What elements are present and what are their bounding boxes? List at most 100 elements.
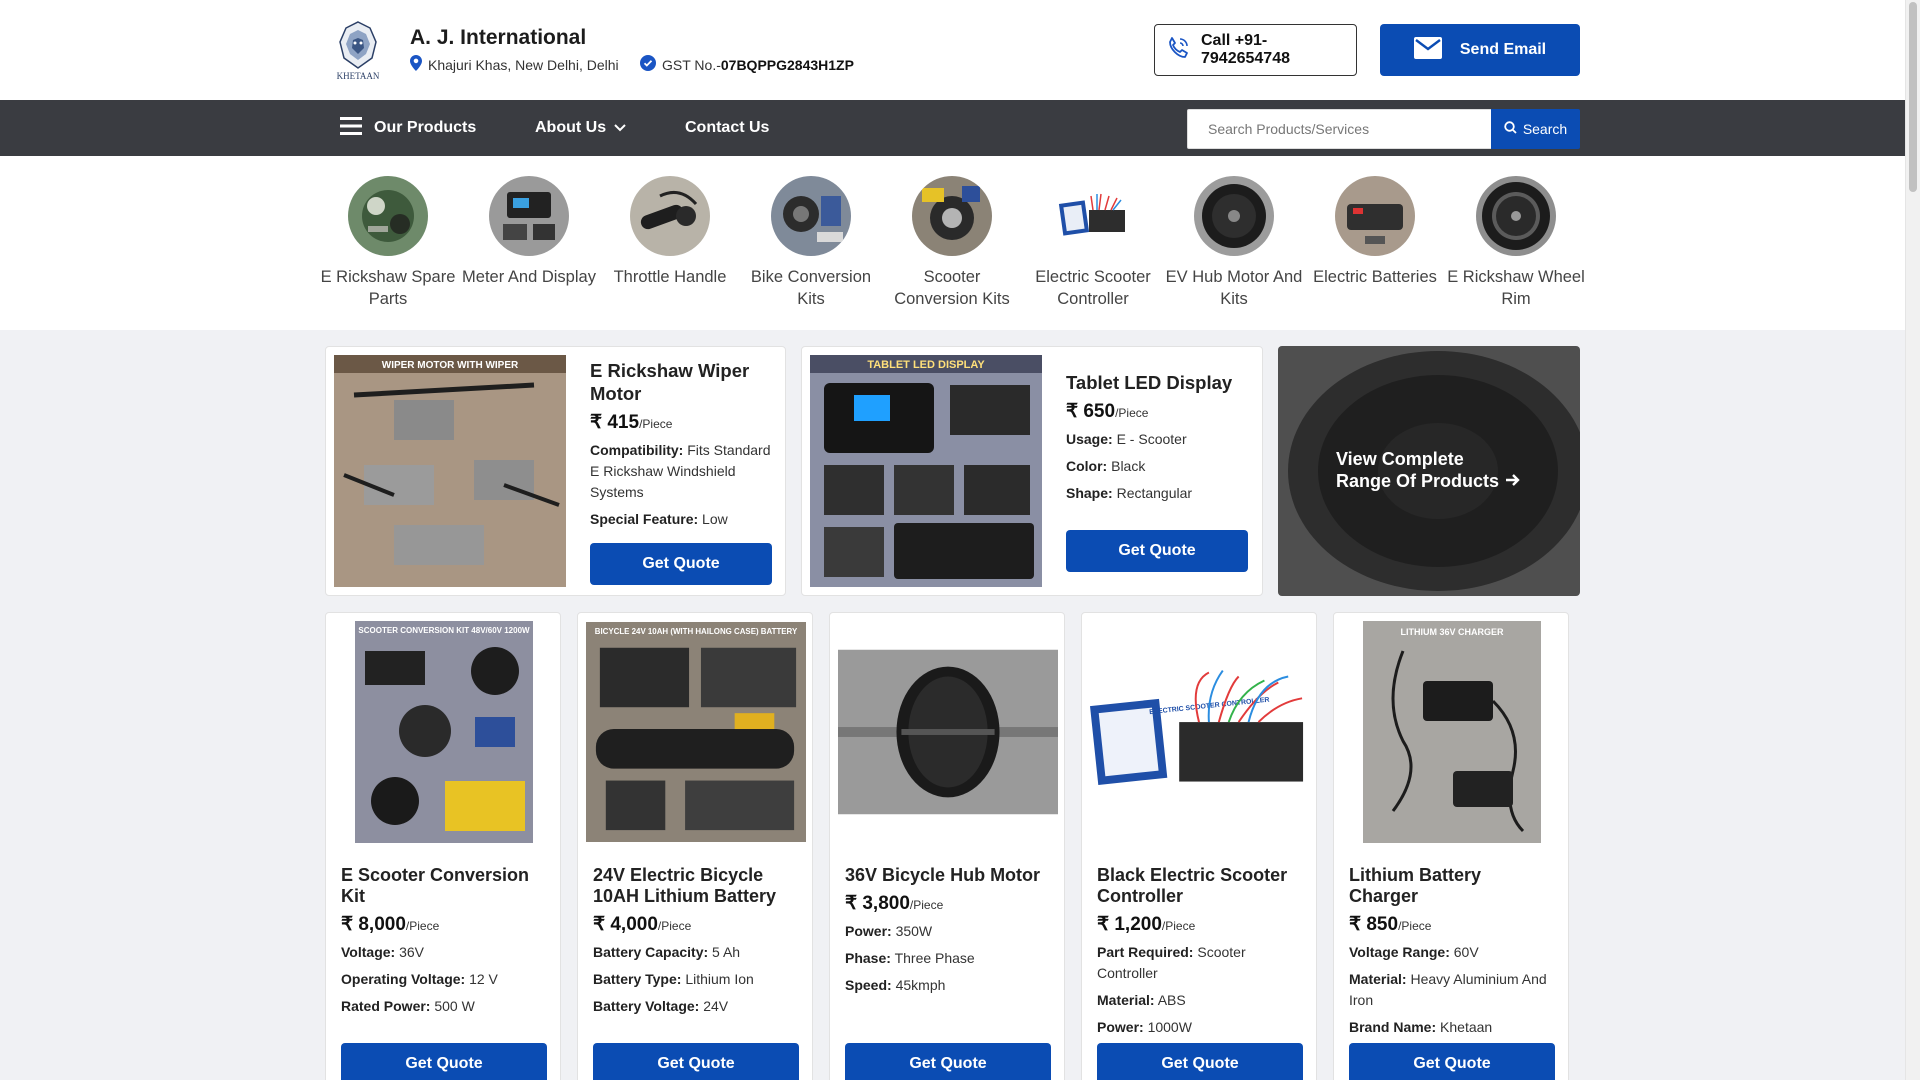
product-card: SCOOTER CONVERSION KIT 48V/60V 1200W E S… [325, 612, 561, 1080]
nav-our-products-label: Our Products [374, 119, 477, 136]
get-quote-button[interactable]: Get Quote [1349, 1043, 1555, 1080]
product-price: ₹ 1,200/Piece [1097, 913, 1303, 936]
view-all-products-tile[interactable]: View Complete Range Of Products [1278, 346, 1580, 596]
category-item[interactable]: Electric Batteries [1305, 176, 1445, 288]
product-price: ₹ 8,000/Piece [341, 913, 547, 936]
category-image [489, 176, 569, 256]
spec-key: Color: [1066, 458, 1108, 474]
nav-about-us[interactable]: About Us [535, 100, 626, 156]
product-spec: Rated Power: 500 W [341, 996, 547, 1017]
featured-product-card: TABLET LED DISPLAY Tablet LED Display ₹ … [801, 346, 1263, 596]
product-image[interactable]: LITHIUM 36V CHARGER [1342, 621, 1562, 843]
category-item[interactable]: Electric Scooter Controller [1023, 176, 1163, 310]
spec-value: Rectangular [1116, 485, 1193, 501]
product-image[interactable]: WIPER MOTOR WITH WIPER [334, 355, 566, 587]
get-quote-button[interactable]: Get Quote [845, 1043, 1051, 1080]
category-item[interactable]: EV Hub Motor And Kits [1164, 176, 1304, 310]
product-spec: Voltage Range: 60V [1349, 942, 1555, 963]
price-unit: /Piece [1398, 919, 1432, 933]
product-image[interactable]: SCOOTER CONVERSION KIT 48V/60V 1200W [334, 621, 554, 843]
spec-key: Battery Voltage: [593, 998, 700, 1014]
spec-key: Material: [1349, 971, 1407, 987]
product-spec: Power: 350W [845, 921, 1051, 942]
category-image [912, 176, 992, 256]
product-info: E Scooter Conversion Kit ₹ 8,000/Piece V… [341, 865, 547, 1017]
category-item[interactable]: E Rickshaw Wheel Rim [1446, 176, 1586, 310]
category-item[interactable]: Scooter Conversion Kits [882, 176, 1022, 310]
category-item[interactable]: Bike Conversion Kits [741, 176, 881, 310]
price-value: ₹ 4,000 [593, 914, 658, 935]
product-title[interactable]: 36V Bicycle Hub Motor [845, 865, 1051, 886]
spec-value: Low [702, 511, 728, 527]
product-spec: Battery Capacity: 5 Ah [593, 942, 799, 963]
product-image[interactable]: ELECTRIC SCOOTER CONTROLLER [1090, 621, 1310, 843]
category-label: Scooter Conversion Kits [894, 268, 1010, 308]
product-info: E Rickshaw Wiper Motor ₹ 415/Piece Compa… [590, 359, 775, 530]
product-info: 36V Bicycle Hub Motor ₹ 3,800/Piece Powe… [845, 865, 1051, 996]
spec-value: 45kmph [895, 977, 946, 993]
site-header: KHETAAN A. J. International Khajuri Khas… [0, 0, 1905, 100]
price-unit: /Piece [909, 898, 944, 912]
category-strip: E Rickshaw Spare Parts Meter And Display… [0, 156, 1905, 330]
price-value: ₹ 415 [590, 412, 640, 433]
get-quote-button[interactable]: Get Quote [1066, 530, 1248, 572]
gst-number: 07BQPPG2843H1ZP [720, 56, 854, 73]
category-label: E Rickshaw Spare Parts [320, 268, 456, 308]
scrollbar-thumb[interactable] [1909, 2, 1917, 192]
nav-contact-us-label: Contact Us [685, 119, 770, 136]
spec-value: 12 V [469, 971, 498, 987]
get-quote-button[interactable]: Get Quote [593, 1043, 799, 1080]
product-title[interactable]: E Scooter Conversion Kit [341, 865, 547, 907]
search-input[interactable] [1187, 109, 1492, 149]
product-spec: Part Required: Scooter Controller [1097, 942, 1303, 984]
category-label: Meter And Display [462, 268, 596, 286]
spec-value: 5 Ah [712, 944, 741, 960]
spec-key: Power: [845, 923, 892, 939]
gst-info: GST No.- 07BQPPG2843H1ZP [640, 55, 854, 74]
send-email-button[interactable]: Send Email [1380, 24, 1580, 76]
spec-value: ABS [1157, 992, 1186, 1008]
company-name[interactable]: A. J. International [410, 26, 586, 50]
product-price: ₹ 850/Piece [1349, 913, 1555, 936]
product-image[interactable]: BICYCLE 24V 10AH (WITH HAILONG CASE) BAT… [586, 621, 806, 843]
product-title[interactable]: E Rickshaw Wiper Motor [590, 359, 775, 405]
product-title[interactable]: 24V Electric Bicycle 10AH Lithium Batter… [593, 865, 799, 907]
spec-value: Three Phase [894, 950, 975, 966]
image-caption: WIPER MOTOR WITH WIPER [382, 360, 519, 371]
company-logo[interactable]: KHETAAN [326, 18, 390, 82]
spec-value: 1000W [1147, 1019, 1192, 1035]
featured-product-card: WIPER MOTOR WITH WIPER E Rickshaw Wiper … [325, 346, 786, 596]
category-image [630, 176, 710, 256]
category-item[interactable]: Throttle Handle [600, 176, 740, 288]
price-value: ₹ 1,200 [1097, 914, 1162, 935]
spec-key: Voltage Range: [1349, 944, 1450, 960]
main-nav: Our Products About Us Contact Us Search [0, 100, 1905, 156]
product-image[interactable] [838, 621, 1058, 843]
category-image [1335, 176, 1415, 256]
get-quote-button[interactable]: Get Quote [590, 543, 772, 585]
spec-key: Material: [1097, 992, 1155, 1008]
product-title[interactable]: Tablet LED Display [1066, 371, 1251, 394]
nav-our-products[interactable]: Our Products [340, 100, 476, 156]
nav-contact-us[interactable]: Contact Us [685, 100, 769, 156]
spec-key: Power: [1097, 1019, 1144, 1035]
spec-value: 500 W [434, 998, 475, 1014]
get-quote-button[interactable]: Get Quote [341, 1043, 547, 1080]
product-title[interactable]: Lithium Battery Charger [1349, 865, 1555, 907]
price-unit: /Piece [1161, 919, 1196, 933]
price-value: ₹ 3,800 [845, 893, 910, 914]
category-item[interactable]: Meter And Display [459, 176, 599, 288]
category-item[interactable]: E Rickshaw Spare Parts [318, 176, 458, 310]
search-button[interactable]: Search [1491, 109, 1580, 149]
spec-value: Lithium Ion [685, 971, 754, 987]
product-price: ₹ 3,800/Piece [845, 892, 1051, 915]
spec-value: Khetaan [1440, 1019, 1493, 1035]
call-button[interactable]: Call +91-7942654748 [1154, 24, 1357, 76]
category-label: Throttle Handle [613, 268, 727, 286]
vertical-scrollbar[interactable] [1905, 0, 1920, 1080]
get-quote-button[interactable]: Get Quote [1097, 1043, 1303, 1080]
product-image[interactable]: TABLET LED DISPLAY [810, 355, 1042, 587]
product-spec: Speed: 45kmph [845, 975, 1051, 996]
product-title[interactable]: Black Electric Scooter Controller [1097, 865, 1303, 907]
nav-about-us-label: About Us [535, 119, 607, 136]
